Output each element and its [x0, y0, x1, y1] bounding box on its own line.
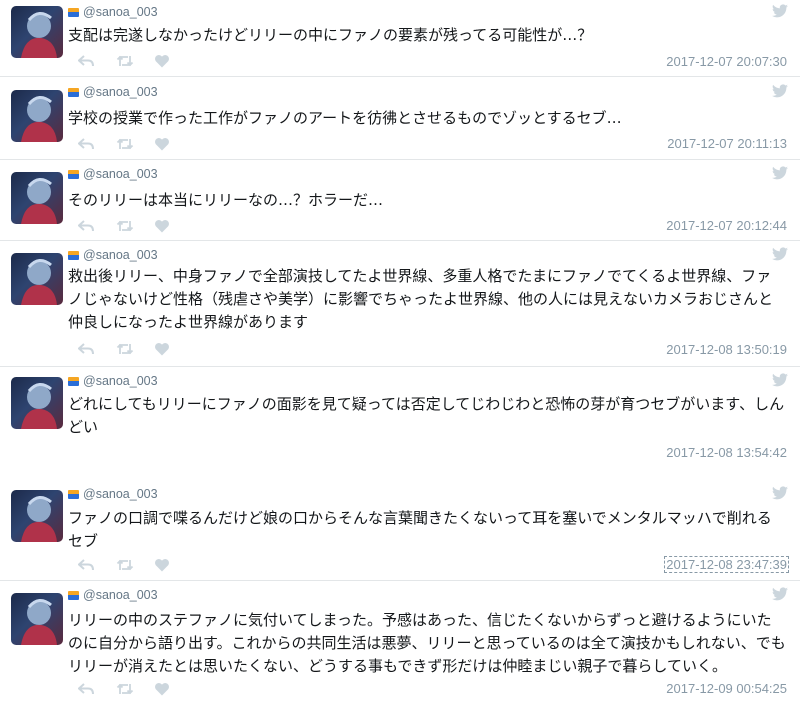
reply-icon[interactable] — [77, 218, 94, 232]
avatar[interactable] — [11, 172, 63, 224]
tweet-handle[interactable]: @sanoa_003 — [83, 85, 158, 99]
flag-icon — [68, 489, 79, 499]
flag-icon — [68, 7, 79, 17]
like-icon[interactable] — [154, 341, 170, 356]
retweet-icon[interactable] — [116, 341, 134, 355]
avatar[interactable] — [11, 90, 63, 142]
tweet: @sanoa_003 救出後リリー、中身ファノで全部演技してたよ世界線、多重人格… — [0, 243, 800, 367]
section-gap — [0, 462, 800, 482]
flag-icon — [68, 169, 79, 179]
tweet: @sanoa_003 リリーの中のステファノに気付いてしまった。予感はあった、信… — [0, 583, 800, 704]
retweet-icon[interactable] — [116, 218, 134, 232]
flag-icon — [68, 87, 79, 97]
tweet-handle[interactable]: @sanoa_003 — [83, 5, 158, 19]
avatar[interactable] — [11, 377, 63, 429]
tweet-text: そのリリーは本当にリリーなの…？ホラーだ… — [68, 191, 384, 209]
avatar[interactable] — [11, 593, 63, 645]
twitter-bird-icon[interactable] — [772, 247, 788, 261]
avatar[interactable] — [11, 6, 63, 58]
tweet-handle[interactable]: @sanoa_003 — [83, 374, 158, 388]
tweet-timestamp[interactable]: 2017-12-08 23:47:39 — [664, 556, 789, 573]
tweet-timestamp[interactable]: 2017-12-09 00:54:25 — [665, 681, 788, 696]
like-icon[interactable] — [154, 136, 170, 151]
tweet-handle[interactable]: @sanoa_003 — [83, 167, 158, 181]
reply-icon[interactable] — [77, 341, 94, 355]
retweet-icon[interactable] — [116, 681, 134, 695]
tweet-text: 救出後リリー、中身ファノで全部演技してたよ世界線、多重人格でたまにファノでてくる… — [68, 267, 774, 331]
tweet-text: どれにしてもリリーにファノの面影を見て疑っては否定してじわじわと恐怖の芽が育つセ… — [68, 395, 785, 436]
flag-icon — [68, 250, 79, 260]
like-icon[interactable] — [154, 557, 170, 572]
tweet-text: リリーの中のステファノに気付いてしまった。予感はあった、信じたくないからずっと避… — [68, 611, 786, 675]
like-icon[interactable] — [154, 681, 170, 696]
flag-icon — [68, 376, 79, 386]
avatar[interactable] — [11, 253, 63, 305]
twitter-bird-icon[interactable] — [772, 486, 788, 500]
tweet: @sanoa_003 学校の授業で作った工作がファノのアートを彷彿とさせるもので… — [0, 80, 800, 160]
retweet-icon[interactable] — [116, 53, 134, 67]
tweet-text: 学校の授業で作った工作がファノのアートを彷彿とさせるものでゾッとするセブ… — [68, 109, 622, 127]
tweet-timestamp[interactable]: 2017-12-07 20:12:44 — [665, 218, 788, 233]
flag-icon — [68, 590, 79, 600]
retweet-icon[interactable] — [116, 136, 134, 150]
tweet-handle[interactable]: @sanoa_003 — [83, 588, 158, 602]
retweet-icon[interactable] — [116, 557, 134, 571]
reply-icon[interactable] — [77, 681, 94, 695]
tweet-timestamp[interactable]: 2017-12-07 20:07:30 — [665, 54, 788, 69]
tweet-handle[interactable]: @sanoa_003 — [83, 248, 158, 262]
twitter-bird-icon[interactable] — [772, 587, 788, 601]
twitter-bird-icon[interactable] — [772, 166, 788, 180]
reply-icon[interactable] — [77, 557, 94, 571]
tweet-handle[interactable]: @sanoa_003 — [83, 487, 158, 501]
tweet-text: ファノの口調で喋るんだけど娘の口からそんな言葉聞きたくないって耳を塞いでメンタル… — [68, 509, 772, 550]
tweet: @sanoa_003 どれにしてもリリーにファノの面影を見て疑っては否定してじわ… — [0, 369, 800, 462]
twitter-bird-icon[interactable] — [772, 84, 788, 98]
tweet-timestamp[interactable]: 2017-12-07 20:11:13 — [666, 136, 788, 151]
like-icon[interactable] — [154, 218, 170, 233]
reply-icon[interactable] — [77, 53, 94, 67]
tweet-timestamp[interactable]: 2017-12-08 13:54:42 — [665, 445, 788, 460]
like-icon[interactable] — [154, 53, 170, 68]
twitter-bird-icon[interactable] — [772, 4, 788, 18]
tweet: @sanoa_003 ファノの口調で喋るんだけど娘の口からそんな言葉聞きたくない… — [0, 482, 800, 581]
twitter-bird-icon[interactable] — [772, 373, 788, 387]
avatar[interactable] — [11, 490, 63, 542]
tweet-text: 支配は完遂しなかったけどリリーの中にファノの要素が残ってる可能性が…？ — [68, 26, 593, 44]
tweet: @sanoa_003 支配は完遂しなかったけどリリーの中にファノの要素が残ってる… — [0, 0, 800, 77]
tweet: @sanoa_003 そのリリーは本当にリリーなの…？ホラーだ… 2017-12… — [0, 162, 800, 241]
tweet-timestamp[interactable]: 2017-12-08 13:50:19 — [665, 342, 788, 357]
reply-icon[interactable] — [77, 136, 94, 150]
